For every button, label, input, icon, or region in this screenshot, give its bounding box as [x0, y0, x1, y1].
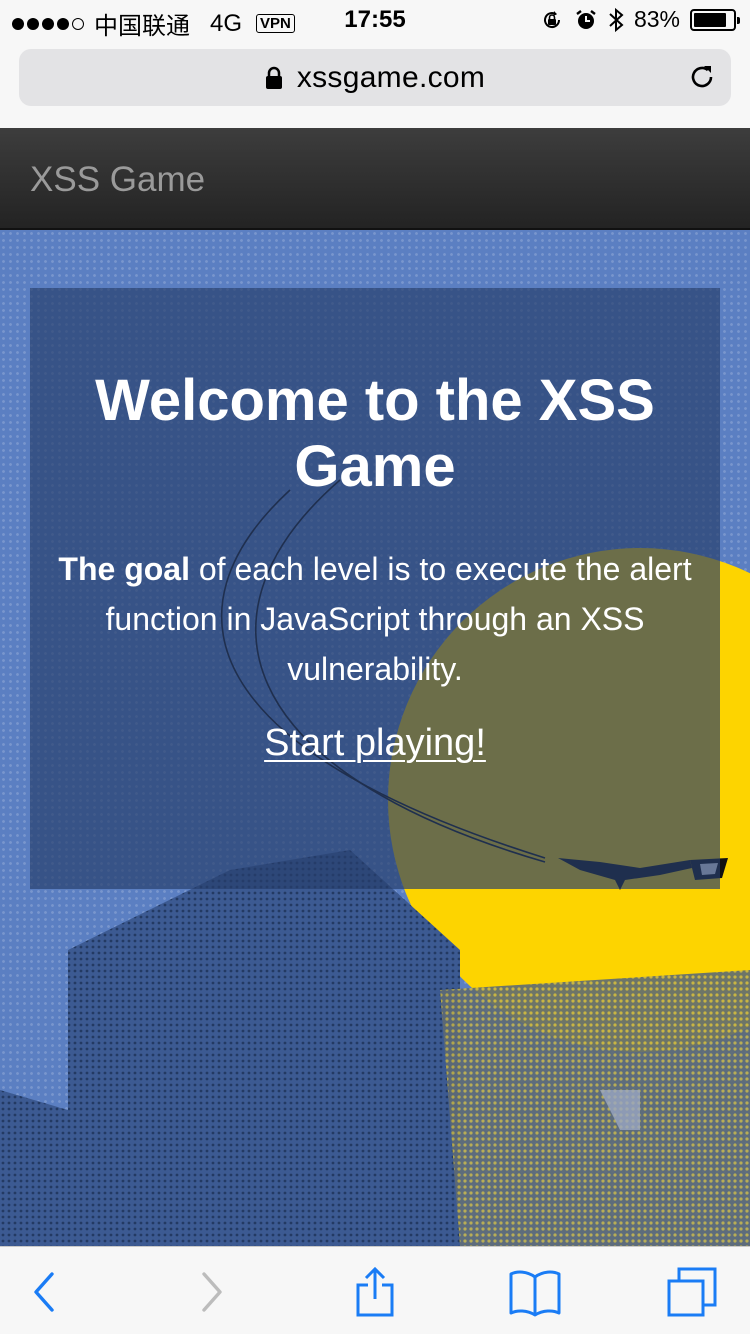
battery-percent: 83%: [633, 6, 680, 32]
goal-bold-text: The goal: [58, 551, 190, 587]
battery-level: [694, 12, 726, 27]
welcome-heading: Welcome to the XSS Game: [95, 368, 655, 499]
browser-toolbar: [0, 1246, 750, 1334]
status-bar: 中国联通 4G VPN 17:55 83%: [0, 0, 750, 40]
address-bar[interactable]: xssgame.com: [19, 49, 731, 106]
building-left: [0, 850, 460, 1246]
reload-icon[interactable]: [687, 62, 717, 92]
goal-text: of each level is to execute the alert fu…: [105, 551, 692, 687]
goal-description: The goal of each level is to execute the…: [55, 544, 695, 694]
site-title[interactable]: XSS Game: [30, 160, 205, 200]
url-text: xssgame.com: [296, 61, 486, 94]
building-right: [440, 970, 750, 1246]
intro-panel: Welcome to the XSS Game The goal of each…: [30, 288, 720, 889]
alarm-icon: [576, 9, 596, 29]
browser-chrome: xssgame.com: [0, 40, 750, 128]
start-playing-link[interactable]: Start playing!: [264, 722, 486, 765]
bookmarks-icon[interactable]: [507, 1267, 563, 1317]
lock-icon: [265, 66, 282, 89]
site-header: XSS Game: [0, 128, 750, 230]
forward-icon[interactable]: [184, 1267, 240, 1317]
share-icon[interactable]: [347, 1267, 403, 1317]
tabs-icon[interactable]: [665, 1267, 721, 1317]
bluetooth-icon: [609, 7, 624, 32]
hero-banner: Welcome to the XSS Game The goal of each…: [0, 230, 750, 1246]
battery-icon: [690, 8, 740, 31]
back-icon[interactable]: [16, 1267, 72, 1317]
rotation-lock-icon: [543, 10, 560, 28]
